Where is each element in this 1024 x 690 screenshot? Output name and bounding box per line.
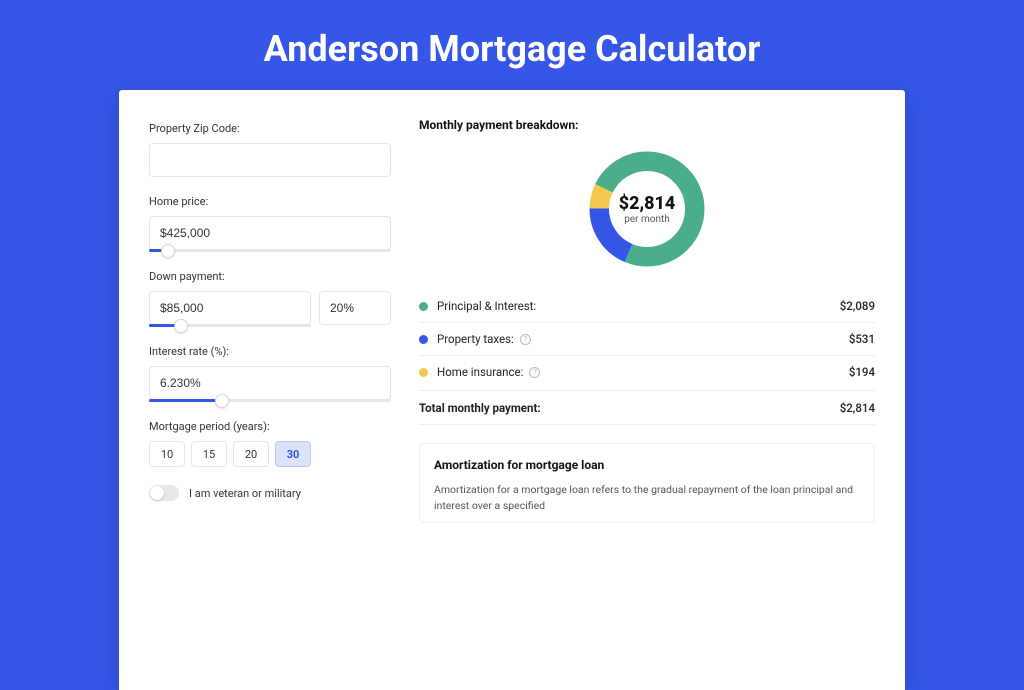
page-title: Anderson Mortgage Calculator xyxy=(0,0,1024,90)
breakdown-label-insurance: Home insurance:? xyxy=(437,365,849,379)
breakdown-table: Principal & Interest:$2,089Property taxe… xyxy=(419,290,875,388)
results-column: Monthly payment breakdown: $2,814 per mo… xyxy=(419,118,875,662)
donut-center: $2,814 per month xyxy=(584,146,710,272)
rate-label: Interest rate (%): xyxy=(149,345,391,358)
info-icon[interactable]: ? xyxy=(520,334,531,345)
amortization-text: Amortization for a mortgage loan refers … xyxy=(434,482,860,514)
veteran-toggle-row: I am veteran or military xyxy=(149,485,391,501)
period-buttons: 10152030 xyxy=(149,441,391,467)
down-slider[interactable] xyxy=(149,324,311,327)
donut-chart: $2,814 per month xyxy=(584,146,710,272)
period-button-10[interactable]: 10 xyxy=(149,441,185,467)
legend-dot-insurance xyxy=(419,368,428,377)
down-field-group: Down payment: xyxy=(149,270,391,327)
rate-field-group: Interest rate (%): xyxy=(149,345,391,402)
breakdown-row-insurance: Home insurance:?$194 xyxy=(419,356,875,388)
breakdown-heading: Monthly payment breakdown: xyxy=(419,118,875,132)
breakdown-row-taxes: Property taxes:?$531 xyxy=(419,323,875,356)
veteran-toggle[interactable] xyxy=(149,485,179,501)
veteran-toggle-knob xyxy=(150,486,164,500)
total-label: Total monthly payment: xyxy=(419,401,840,415)
period-label: Mortgage period (years): xyxy=(149,420,391,433)
zip-field-group: Property Zip Code: xyxy=(149,122,391,177)
rate-slider-thumb[interactable] xyxy=(215,394,229,408)
veteran-label: I am veteran or military xyxy=(189,487,301,500)
breakdown-value-principal: $2,089 xyxy=(840,299,875,313)
breakdown-value-taxes: $531 xyxy=(849,332,875,346)
donut-sub: per month xyxy=(624,214,670,225)
period-field-group: Mortgage period (years): 10152030 xyxy=(149,420,391,467)
info-icon[interactable]: ? xyxy=(529,367,540,378)
period-button-30[interactable]: 30 xyxy=(275,441,311,467)
rate-slider[interactable] xyxy=(149,399,391,402)
price-input[interactable] xyxy=(149,216,391,250)
price-slider[interactable] xyxy=(149,249,391,252)
price-slider-thumb[interactable] xyxy=(161,244,175,258)
period-button-15[interactable]: 15 xyxy=(191,441,227,467)
breakdown-label-taxes: Property taxes:? xyxy=(437,332,849,346)
breakdown-row-principal: Principal & Interest:$2,089 xyxy=(419,290,875,323)
price-field-group: Home price: xyxy=(149,195,391,252)
legend-dot-taxes xyxy=(419,335,428,344)
down-percent-input[interactable] xyxy=(319,291,391,325)
donut-amount: $2,814 xyxy=(619,193,676,214)
amortization-title: Amortization for mortgage loan xyxy=(434,458,860,472)
donut-chart-wrap: $2,814 per month xyxy=(419,146,875,272)
total-value: $2,814 xyxy=(840,401,875,415)
calculator-card: Property Zip Code: Home price: Down paym… xyxy=(119,90,905,690)
price-label: Home price: xyxy=(149,195,391,208)
breakdown-label-principal: Principal & Interest: xyxy=(437,299,840,313)
zip-input[interactable] xyxy=(149,143,391,177)
rate-input[interactable] xyxy=(149,366,391,400)
breakdown-value-insurance: $194 xyxy=(849,365,875,379)
rate-slider-fill xyxy=(149,399,222,402)
down-slider-thumb[interactable] xyxy=(174,319,188,333)
total-row: Total monthly payment: $2,814 xyxy=(419,390,875,425)
inputs-column: Property Zip Code: Home price: Down paym… xyxy=(149,118,391,662)
legend-dot-principal xyxy=(419,302,428,311)
down-label: Down payment: xyxy=(149,270,391,283)
zip-label: Property Zip Code: xyxy=(149,122,391,135)
amortization-box: Amortization for mortgage loan Amortizat… xyxy=(419,443,875,523)
period-button-20[interactable]: 20 xyxy=(233,441,269,467)
down-amount-input[interactable] xyxy=(149,291,311,325)
